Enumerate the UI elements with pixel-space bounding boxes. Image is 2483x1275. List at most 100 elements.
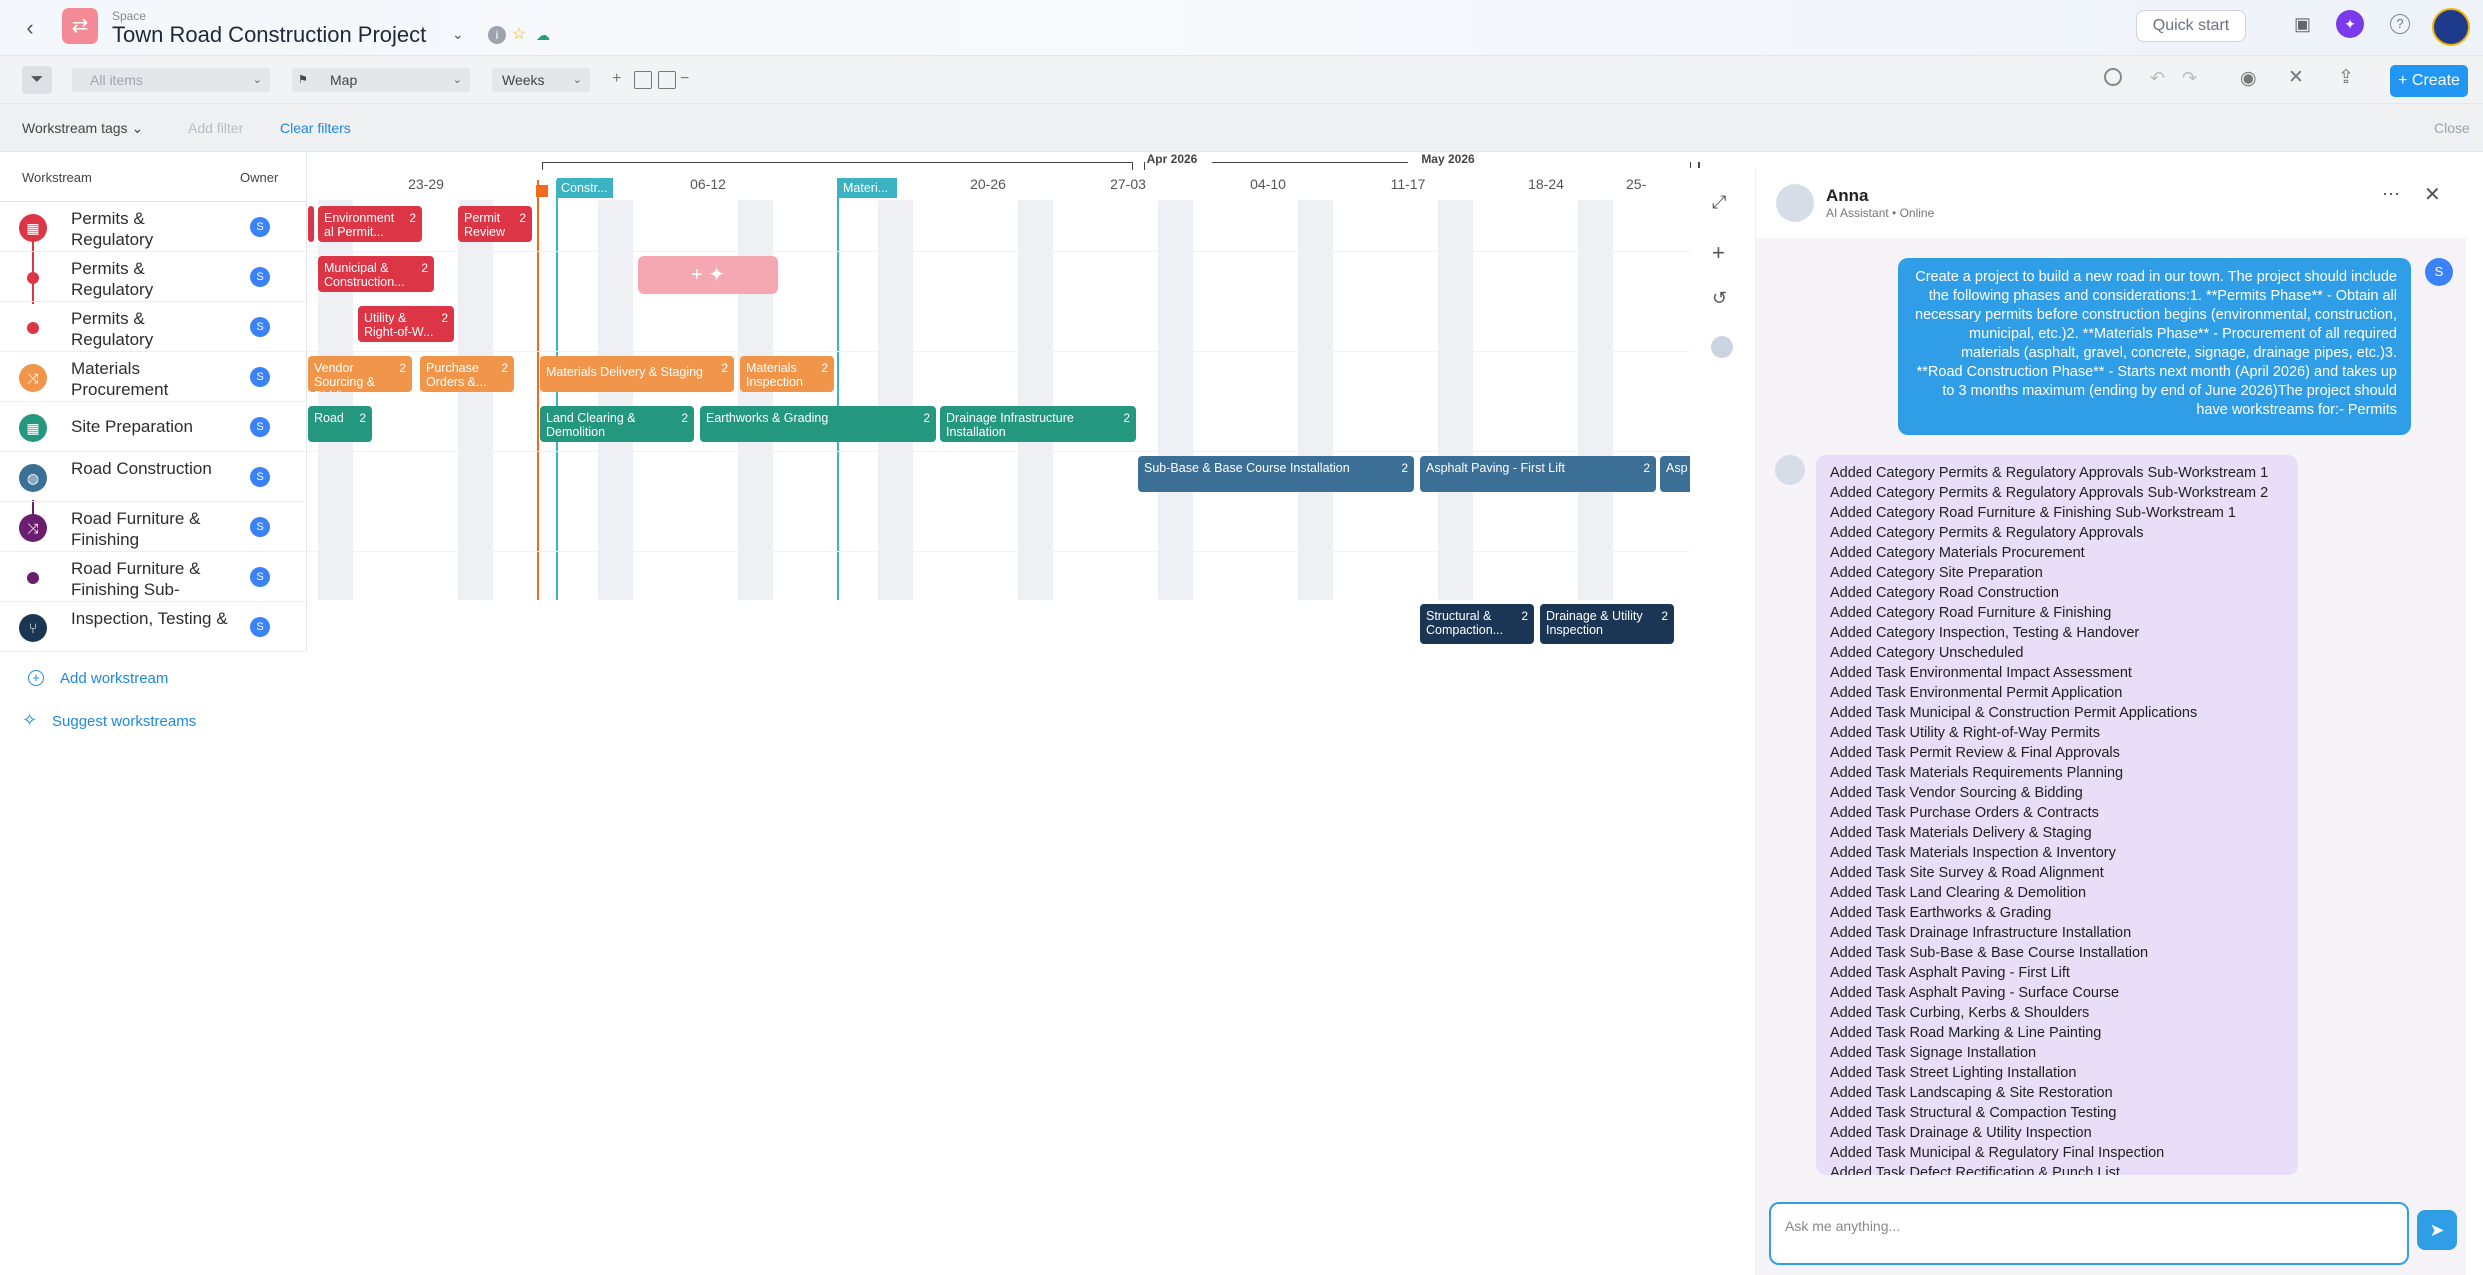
assistant-message-line: Added Task Site Survey & Road Alignment xyxy=(1830,865,2104,881)
workstream-row[interactable]: ⤨ Materials Procurement S xyxy=(0,352,307,402)
tools-icon[interactable]: ✕ xyxy=(2288,66,2304,89)
redo-icon[interactable]: ↷ xyxy=(2182,68,2197,89)
chat-input[interactable]: Ask me anything... xyxy=(1769,1202,2409,1265)
top-bar: ‹ ⇄ Space Town Road Construction Project… xyxy=(0,0,2483,56)
chevron-down-icon[interactable]: ⌄ xyxy=(452,26,464,43)
week-label: 20-26 xyxy=(970,176,1006,192)
workstream-row[interactable]: ▦ Site Preparation S xyxy=(0,402,307,452)
scale-select[interactable]: Weeks ⌄ xyxy=(492,68,590,92)
zoom-out-icon[interactable]: − xyxy=(680,70,689,88)
task-count: 2 xyxy=(821,361,828,375)
share-icon[interactable]: ⇪ xyxy=(2338,66,2354,89)
items-select[interactable]: All items ⌄ xyxy=(72,68,270,92)
milestone-flag[interactable]: Materi... xyxy=(837,178,897,198)
owner-avatar[interactable]: S xyxy=(250,517,270,537)
items-select-label: All items xyxy=(90,72,143,88)
project-title[interactable]: Town Road Construction Project xyxy=(112,22,426,48)
help-icon[interactable]: ? xyxy=(2390,14,2410,34)
calendar-icon[interactable] xyxy=(634,71,652,89)
workstream-label: Permits & Regulatory xyxy=(71,209,154,249)
workstream-row[interactable]: ⑂ Inspection, Testing & S xyxy=(0,602,307,652)
weekend-column xyxy=(458,200,493,600)
assistant-message-line: Added Category Site Preparation xyxy=(1830,565,2043,581)
assistant-avatar xyxy=(1776,184,1814,222)
task-bar[interactable]: Asphalt Paving - First Lift 2 xyxy=(1420,456,1656,492)
view-select[interactable]: ⚑ Map ⌄ xyxy=(292,68,470,92)
quick-start-button[interactable]: Quick start xyxy=(2136,10,2246,42)
undo-icon[interactable]: ↶ xyxy=(2150,68,2165,89)
workstream-row[interactable]: Permits & Regulatory S xyxy=(0,252,307,302)
task-bar[interactable]: Utility & Right-of-W... 2 xyxy=(358,306,454,342)
task-bar[interactable]: Land Clearing & Demolition 2 xyxy=(540,406,694,442)
add-filter-button[interactable]: Add filter xyxy=(188,120,243,136)
ai-sparkle-icon[interactable]: ✦ xyxy=(2336,10,2364,38)
task-bar[interactable]: Earthworks & Grading 2 xyxy=(700,406,936,442)
history-icon[interactable]: ↺ xyxy=(1712,288,1727,309)
task-bar[interactable]: Vendor Sourcing & Bidding 2 xyxy=(308,356,412,392)
today-marker xyxy=(536,185,548,197)
workstream-tags-filter[interactable]: Workstream tags ⌄ xyxy=(22,120,143,137)
assistant-avatar-icon[interactable] xyxy=(1711,336,1733,358)
search-icon[interactable] xyxy=(2104,68,2122,86)
close-filter-button[interactable]: Close xyxy=(2434,120,2470,136)
new-chat-icon[interactable]: + xyxy=(1712,240,1725,266)
task-bar[interactable] xyxy=(308,206,314,242)
owner-avatar[interactable]: S xyxy=(250,417,270,437)
task-bar[interactable]: Materials Delivery & Staging 2 xyxy=(540,356,734,392)
assistant-message-line: Added Task Drainage & Utility Inspection xyxy=(1830,1125,2092,1141)
send-icon[interactable]: ➤ xyxy=(2417,1210,2457,1250)
owner-avatar[interactable]: S xyxy=(250,617,270,637)
owner-avatar[interactable]: S xyxy=(250,317,270,337)
ai-generate-placeholder[interactable]: + ✦ xyxy=(638,256,778,294)
workstream-row[interactable]: ▦ Permits & Regulatory S xyxy=(0,202,307,252)
expand-icon[interactable]: ⤢ xyxy=(1712,192,1726,213)
filter-icon[interactable]: ⏷ xyxy=(22,66,52,94)
close-icon[interactable]: ✕ xyxy=(2424,182,2441,207)
assistant-message-line: Added Category Permits & Regulatory Appr… xyxy=(1830,525,2144,541)
workstream-row[interactable]: ⤨ Road Furniture & Finishing S xyxy=(0,502,307,552)
owner-avatar[interactable]: S xyxy=(250,567,270,587)
task-bar[interactable]: Drainage & Utility Inspection 2 xyxy=(1540,604,1674,644)
user-avatar[interactable] xyxy=(2432,8,2470,46)
owner-avatar[interactable]: S xyxy=(250,267,270,287)
eye-icon[interactable]: ◉ xyxy=(2240,67,2257,90)
task-bar[interactable]: Drainage Infrastructure Installation 2 xyxy=(940,406,1136,442)
task-bar[interactable]: Materials Inspection ... 2 xyxy=(740,356,834,392)
zoom-in-icon[interactable]: + xyxy=(612,70,621,88)
workstream-row[interactable]: ◍ Road Construction S xyxy=(0,452,307,502)
task-count: 2 xyxy=(359,411,366,425)
create-button[interactable]: + Create xyxy=(2390,65,2468,97)
owner-avatar[interactable]: S xyxy=(250,217,270,237)
task-count: 2 xyxy=(421,261,428,275)
task-bar[interactable]: Sub-Base & Base Course Installation 2 xyxy=(1138,456,1414,492)
assistant-message-line: Added Task Asphalt Paving - Surface Cour… xyxy=(1830,985,2120,1001)
assistant-message-line: Added Task Materials Inspection & Invent… xyxy=(1830,845,2116,861)
workstream-row[interactable]: Permits & Regulatory S xyxy=(0,302,307,352)
clear-filters-button[interactable]: Clear filters xyxy=(280,120,351,136)
branch-icon: ⑂ xyxy=(19,614,47,642)
add-workstream-button[interactable]: Add workstream xyxy=(60,670,168,687)
task-bar[interactable]: Environment al Permit... 2 xyxy=(318,206,422,242)
add-icon[interactable]: + xyxy=(28,670,44,686)
task-bar[interactable]: Permit Review ... 2 xyxy=(458,206,532,242)
task-bar[interactable]: Road 2 xyxy=(308,406,372,442)
workstream-row[interactable]: Road Furniture & Finishing Sub- S xyxy=(0,552,307,602)
timeline: Apr 2026 May 2026 23-29 06-12 20-26 27-0… xyxy=(308,152,1700,652)
task-bar[interactable]: Purchase Orders &... 2 xyxy=(420,356,514,392)
star-icon[interactable]: ☆ xyxy=(510,26,528,44)
more-options-icon[interactable]: ⋯ xyxy=(2382,184,2400,205)
workstream-label: Inspection, Testing & xyxy=(71,609,228,628)
task-count: 2 xyxy=(681,411,688,425)
owner-avatar[interactable]: S xyxy=(250,367,270,387)
milestone-flag[interactable]: Constr... xyxy=(557,178,613,198)
owner-avatar[interactable]: S xyxy=(250,467,270,487)
save-icon[interactable]: ▣ xyxy=(2294,14,2311,35)
info-icon[interactable]: i xyxy=(488,26,506,44)
calendar-range-icon[interactable] xyxy=(658,71,676,89)
suggest-workstreams-button[interactable]: Suggest workstreams xyxy=(52,713,196,730)
task-count: 2 xyxy=(1643,461,1650,475)
back-icon[interactable]: ‹ xyxy=(16,14,44,42)
task-bar[interactable]: Structural & Compaction... 2 xyxy=(1420,604,1534,644)
assistant-message-line: Added Task Curbing, Kerbs & Shoulders xyxy=(1830,1005,2090,1021)
task-bar[interactable]: Municipal & Construction... 2 xyxy=(318,256,434,292)
